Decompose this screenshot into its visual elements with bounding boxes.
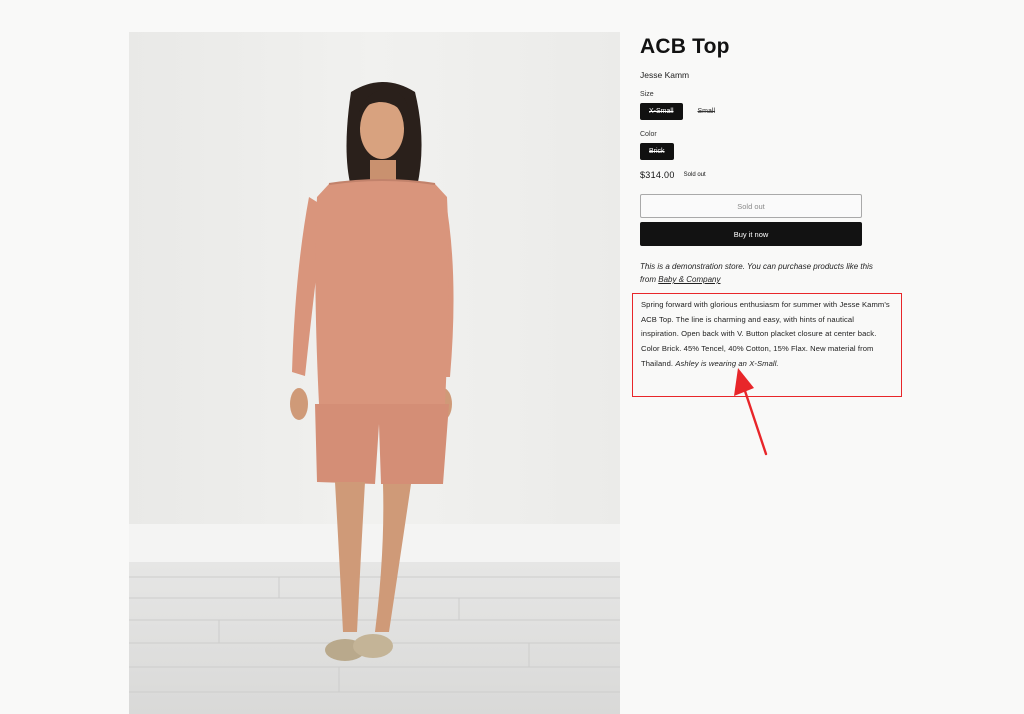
price: $314.00: [640, 170, 675, 180]
size-option-small[interactable]: Small: [689, 103, 725, 120]
buy-it-now-button[interactable]: Buy it now: [640, 222, 862, 246]
store-link[interactable]: Baby & Company: [658, 275, 720, 284]
product-vendor: Jesse Kamm: [640, 70, 690, 80]
description-text: Spring forward with glorious enthusiasm …: [641, 300, 890, 368]
size-options: X-Small Small: [640, 103, 902, 120]
demo-store-notice: This is a demonstration store. You can p…: [640, 260, 890, 286]
price-row: $314.00 Sold out: [640, 170, 902, 180]
product-page: ACB Top Jesse Kamm Size X-Small Small Co…: [0, 0, 1024, 714]
sold-out-button[interactable]: Sold out: [640, 194, 862, 218]
product-photo-illustration: [129, 32, 620, 714]
size-option-x-small[interactable]: X-Small: [640, 103, 683, 120]
product-description: Spring forward with glorious enthusiasm …: [641, 298, 893, 372]
sold-out-badge: Sold out: [683, 172, 706, 178]
size-label: Size: [640, 91, 654, 98]
color-label: Color: [640, 131, 657, 138]
product-info: ACB Top Jesse Kamm Size X-Small Small Co…: [640, 32, 902, 286]
red-arrow-icon: [734, 368, 768, 456]
color-option-brick[interactable]: Brick: [640, 143, 674, 160]
product-title: ACB Top: [640, 35, 730, 58]
color-options: Brick: [640, 143, 902, 160]
product-image[interactable]: [129, 32, 620, 714]
